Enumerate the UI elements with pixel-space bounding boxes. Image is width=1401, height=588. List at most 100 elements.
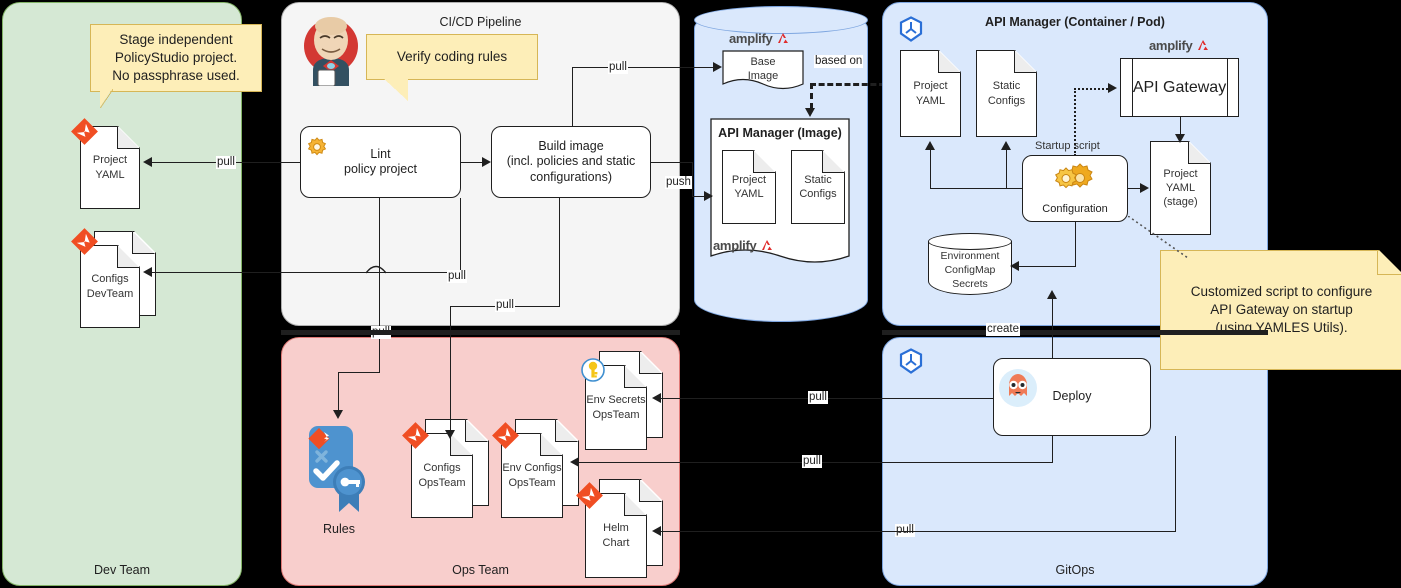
edge-build-to-base-horizontal: [572, 67, 720, 68]
doc-label-line-1: OpsTeam: [508, 476, 556, 489]
edge-to-configs-devteam: [152, 272, 302, 273]
node-api-gateway[interactable]: API Gateway: [1120, 58, 1239, 117]
edge-label-pull-mid1: pull: [447, 270, 467, 283]
argo-octopus-icon: [999, 369, 1037, 407]
doc-label-line-1: OpsTeam: [592, 408, 640, 421]
node-api-gateway-label: API Gateway: [1132, 78, 1227, 96]
edge-deploy-down-left: [1052, 436, 1053, 463]
jenkins-butler-icon: [304, 17, 358, 86]
kubernetes-icon: [899, 16, 923, 42]
amplify-wordmark: amplify: [1149, 38, 1193, 53]
note-line-0: Customized script to configure: [1190, 283, 1373, 299]
edge-pull-lint-vertical: [379, 198, 380, 372]
gear-icon: [307, 137, 327, 156]
note-leader-dotted: [1127, 215, 1189, 259]
doc-label: Helm Chart: [585, 493, 647, 578]
doc-label-line-1: DevTeam: [86, 287, 134, 300]
doc-label-line-0: Static: [804, 173, 832, 186]
edge-startup-dotted-horizontal: [1074, 88, 1112, 90]
edge-pull-lint-down: [338, 372, 339, 414]
amplify-logo-icon: amplify: [1149, 38, 1210, 53]
edge-label-based-on: based on: [814, 55, 864, 68]
doc-label-line-2: (stage): [1163, 196, 1198, 209]
doc-configs-opsteam: Configs OpsTeam: [411, 419, 473, 518]
arrowhead: [652, 526, 661, 536]
edge-gitops-bus-upper: [882, 398, 994, 399]
amplify-mark: [1198, 40, 1209, 50]
node-deploy-label: Deploy: [1052, 389, 1092, 404]
callout-dev-note: Stage independent PolicyStudio project. …: [90, 24, 262, 92]
label-rules: Rules: [323, 522, 355, 536]
doc-label-line-0: Configs: [91, 273, 129, 286]
amplify-logo-icon: amplify: [713, 238, 774, 253]
edge-helm-vertical: [1175, 436, 1176, 532]
edge-config-left-bus: [930, 188, 1022, 189]
note-line-1: API Gateway on startup: [1210, 301, 1353, 317]
gears-icon: [1055, 163, 1093, 189]
doc-label-line-0: Project: [92, 154, 128, 167]
edge-push-horizontal-out: [651, 162, 693, 163]
doc-base-image-label: Base Image: [722, 52, 804, 86]
doc-label-line-0: Configs: [423, 462, 461, 475]
callout-verify-coding-rules: Verify coding rules: [366, 34, 538, 80]
doc-env-configs-opsteam: Env Configs OpsTeam: [501, 419, 563, 518]
doc-dev-configs-devteam: Configs DevTeam: [80, 231, 140, 328]
doc-label-line-1: YAML: [734, 188, 764, 200]
edge-label-pull-mid2: pull: [495, 299, 515, 312]
amplify-mark: [762, 240, 773, 250]
doc-label-line-0: Env Secrets: [586, 394, 646, 407]
lane-gitops-label: GitOps: [1055, 563, 1095, 577]
edge-build-to-base-vertical: [572, 67, 573, 127]
api-gateway-left-bar: [1132, 58, 1133, 117]
doc-helm-chart: Helm Chart: [585, 479, 647, 578]
arrowhead: [570, 457, 579, 467]
doc-label: Configs DevTeam: [80, 245, 140, 328]
edge-config-to-pod-static: [1006, 148, 1007, 189]
callout-dev-note-tail-border: [100, 89, 113, 108]
arrowhead: [143, 267, 152, 277]
doc-label-line-1: YAML: [915, 94, 946, 107]
diagram-canvas: Dev Team Stage independent PolicyStudio …: [0, 0, 1401, 588]
callout-verify-text: Verify coding rules: [396, 49, 508, 65]
doc-label: Project YAML: [722, 150, 776, 224]
doc-label-line-1: OpsTeam: [418, 476, 466, 489]
edge-pull-mid2-vertical-a: [559, 198, 560, 306]
kubernetes-icon: [899, 348, 923, 374]
edge-label-pull-dev-project: pull: [216, 156, 236, 169]
doc-image-project-yaml: Project YAML: [722, 150, 776, 224]
key-icon: [581, 358, 605, 382]
callout-dev-note-line-1: PolicyStudio project.: [114, 50, 238, 66]
note-fold-corner: [1377, 250, 1401, 275]
arrowhead: [713, 62, 722, 72]
doc-pod-project-yaml: Project YAML: [900, 50, 961, 137]
node-lint-line-0: Lint: [370, 146, 391, 161]
edge-label-push: push: [665, 176, 692, 189]
arrowhead: [652, 393, 661, 403]
cylinder-top-ellipse: [694, 6, 868, 34]
callout-verify-tail: [382, 77, 408, 101]
node-build-image[interactable]: Build image (incl. policies and static c…: [491, 126, 651, 198]
doc-label: Project YAML: [900, 50, 961, 137]
edge-config-to-env-db: [1018, 266, 1076, 267]
callout-dev-note-line-2: No passphrase used.: [112, 67, 240, 83]
amplify-logo-icon: amplify: [729, 31, 790, 46]
edge-based-on-horizontal: [810, 83, 885, 86]
edge-pull-mid2-vertical-b: [450, 306, 451, 441]
doc-label-line-1: Chart: [602, 536, 630, 549]
line-jump: [366, 265, 386, 274]
doc-label: Env Configs OpsTeam: [501, 433, 563, 518]
arrowhead: [925, 141, 935, 150]
doc-label: Static Configs: [976, 50, 1037, 137]
doc-label-line-1: YAML: [95, 168, 125, 181]
node-configuration-label: Configuration: [1042, 202, 1108, 215]
label-startup-script: Startup script: [1035, 140, 1100, 152]
node-environment-label: Environment ConfigMap Secrets: [928, 246, 1012, 294]
amplify-wordmark: amplify: [713, 238, 757, 253]
edge-create-vertical-up: [1052, 296, 1053, 358]
edge-based-on-vertical: [810, 83, 813, 109]
api-gateway-right-bar: [1227, 58, 1228, 117]
amplify-wordmark: amplify: [729, 31, 773, 46]
edge-cicd-pull-vertical-1: [460, 198, 461, 273]
arrowhead: [445, 430, 455, 439]
edge-label-create: create: [986, 323, 1020, 336]
